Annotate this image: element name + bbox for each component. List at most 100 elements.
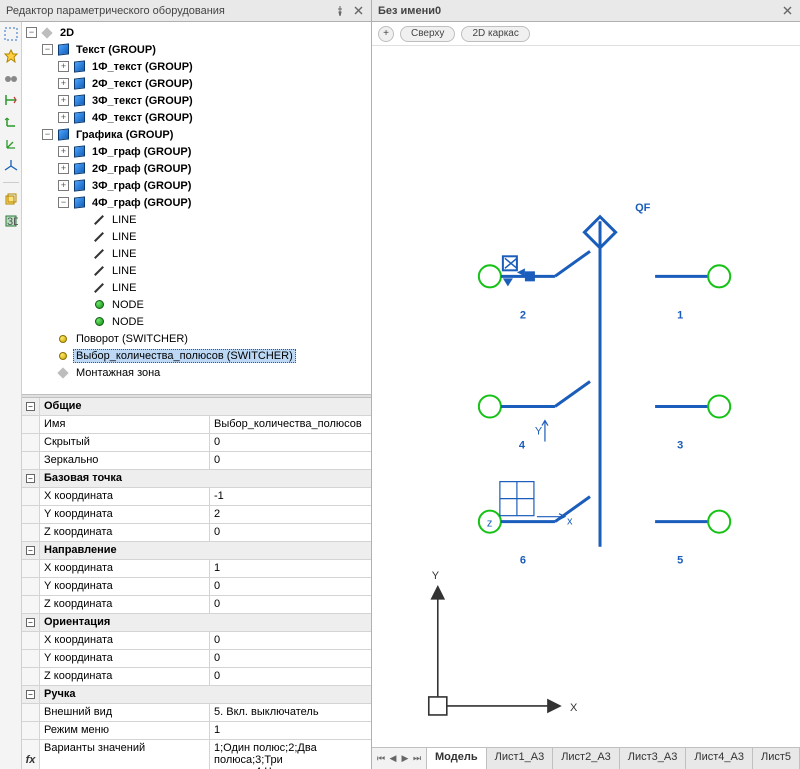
prop-value[interactable]: 0 xyxy=(210,452,371,469)
prop-value[interactable]: 0 xyxy=(210,578,371,595)
tree-node[interactable]: +2Ф_граф (GROUP) xyxy=(22,160,371,177)
tree-node-switcher-selected[interactable]: Выбор_количества_полюсов (SWITCHER) xyxy=(22,347,371,364)
toolbar-3d-icon[interactable]: 3D xyxy=(3,213,19,229)
expander-icon[interactable]: + xyxy=(58,180,69,191)
tree-node[interactable]: +1Ф_текст (GROUP) xyxy=(22,58,371,75)
prop-row[interactable]: X координата0 xyxy=(22,632,371,650)
tree-node-switcher[interactable]: Поворот (SWITCHER) xyxy=(22,330,371,347)
tree-node-node[interactable]: NODE xyxy=(22,296,371,313)
prop-section-basepoint[interactable]: –Базовая точка xyxy=(22,470,371,488)
prop-value[interactable]: Выбор_количества_полюсов xyxy=(210,416,371,433)
toolbar-favorite-icon[interactable] xyxy=(3,48,19,64)
expander-icon[interactable]: − xyxy=(26,27,37,38)
tree-node-mount-zone[interactable]: Монтажная зона xyxy=(22,364,371,381)
fx-icon[interactable]: fx xyxy=(26,754,36,766)
tree-node-node[interactable]: NODE xyxy=(22,313,371,330)
prop-row[interactable]: X координата-1 xyxy=(22,488,371,506)
tree-node-open[interactable]: −4Ф_граф (GROUP) xyxy=(22,194,371,211)
expander-icon[interactable]: + xyxy=(58,146,69,157)
expander-icon[interactable]: − xyxy=(42,44,53,55)
collapse-icon[interactable]: – xyxy=(26,690,35,699)
tree-node[interactable]: +3Ф_текст (GROUP) xyxy=(22,92,371,109)
toolbar-binoculars-icon[interactable] xyxy=(3,70,19,86)
prop-section-direction[interactable]: –Направление xyxy=(22,542,371,560)
prop-value[interactable]: 0 xyxy=(210,596,371,613)
tab-nav-first-icon[interactable]: ⏮ xyxy=(376,753,386,765)
collapse-icon[interactable]: – xyxy=(26,474,35,483)
expander-icon[interactable]: + xyxy=(58,61,69,72)
toolbar-axis1-icon[interactable] xyxy=(3,114,19,130)
prop-row[interactable]: Y координата0 xyxy=(22,650,371,668)
toolbar-align-icon[interactable] xyxy=(3,92,19,108)
expander-icon[interactable]: + xyxy=(58,112,69,123)
prop-value[interactable]: 1 xyxy=(210,722,371,739)
prop-row[interactable]: Режим меню1 xyxy=(22,722,371,740)
prop-row[interactable]: ИмяВыбор_количества_полюсов xyxy=(22,416,371,434)
prop-row[interactable]: Y координата2 xyxy=(22,506,371,524)
toolbar-xyz-icon[interactable] xyxy=(3,158,19,174)
close-icon[interactable] xyxy=(780,4,794,18)
collapse-icon[interactable]: – xyxy=(26,618,35,627)
tree-node[interactable]: +3Ф_граф (GROUP) xyxy=(22,177,371,194)
sheet-tab[interactable]: Лист3_А3 xyxy=(620,748,687,769)
prop-value[interactable]: 2 xyxy=(210,506,371,523)
tree-node-text-group[interactable]: − Текст (GROUP) xyxy=(22,41,371,58)
collapse-icon[interactable]: – xyxy=(26,402,35,411)
prop-row[interactable]: Z координата0 xyxy=(22,596,371,614)
tab-nav-prev-icon[interactable]: ◀ xyxy=(388,753,398,765)
drawing-canvas[interactable]: QF 2 xyxy=(372,46,800,747)
prop-value[interactable]: 1;Один полюс;2;Два полюса;3;Три полюса;4… xyxy=(210,740,371,769)
prop-row[interactable]: Z координата0 xyxy=(22,668,371,686)
prop-section-handle[interactable]: –Ручка xyxy=(22,686,371,704)
prop-value[interactable]: 1 xyxy=(210,560,371,577)
toolbar-select-icon[interactable] xyxy=(3,26,19,42)
prop-row[interactable]: Скрытый0 xyxy=(22,434,371,452)
prop-row[interactable]: X координата1 xyxy=(22,560,371,578)
property-grid[interactable]: –Общие ИмяВыбор_количества_полюсов Скрыт… xyxy=(22,398,371,769)
sheet-tab[interactable]: Лист4_А3 xyxy=(686,748,753,769)
expander-icon[interactable]: + xyxy=(58,78,69,89)
tab-nav-next-icon[interactable]: ▶ xyxy=(400,753,410,765)
prop-row[interactable]: Зеркально0 xyxy=(22,452,371,470)
expander-icon[interactable]: + xyxy=(58,95,69,106)
prop-section-orientation[interactable]: –Ориентация xyxy=(22,614,371,632)
crumb-wireframe[interactable]: 2D каркас xyxy=(461,26,529,42)
tab-nav-last-icon[interactable]: ⏭ xyxy=(412,753,422,765)
tree-node-line[interactable]: LINE xyxy=(22,262,371,279)
prop-section-general[interactable]: –Общие xyxy=(22,398,371,416)
prop-value[interactable]: -1 xyxy=(210,488,371,505)
tree-node[interactable]: +2Ф_текст (GROUP) xyxy=(22,75,371,92)
prop-row[interactable]: fxВарианты значений1;Один полюс;2;Два по… xyxy=(22,740,371,769)
tree-node-root[interactable]: − 2D xyxy=(22,24,371,41)
prop-value[interactable]: 0 xyxy=(210,434,371,451)
toolbar-cube-icon[interactable] xyxy=(3,191,19,207)
pin-icon[interactable] xyxy=(333,4,347,18)
prop-value[interactable]: 0 xyxy=(210,650,371,667)
tree-node-line[interactable]: LINE xyxy=(22,279,371,296)
tree-view[interactable]: − 2D − Текст (GROUP) +1Ф_текст (GROUP) +… xyxy=(22,22,371,394)
expander-icon[interactable]: − xyxy=(42,129,53,140)
tree-node-line[interactable]: LINE xyxy=(22,211,371,228)
tree-node-line[interactable]: LINE xyxy=(22,228,371,245)
close-icon[interactable] xyxy=(351,4,365,18)
sheet-tab[interactable]: Лист2_А3 xyxy=(553,748,620,769)
collapse-icon[interactable]: – xyxy=(26,546,35,555)
expander-icon[interactable]: − xyxy=(58,197,69,208)
prop-row[interactable]: Внешний вид5. Вкл. выключатель xyxy=(22,704,371,722)
prop-value[interactable]: 0 xyxy=(210,524,371,541)
tree-node[interactable]: +4Ф_текст (GROUP) xyxy=(22,109,371,126)
crumb-top-view[interactable]: Сверху xyxy=(400,26,455,42)
expander-icon[interactable]: + xyxy=(58,163,69,174)
crumb-plus[interactable]: + xyxy=(378,26,394,42)
toolbar-axis2-icon[interactable] xyxy=(3,136,19,152)
sheet-tab-model[interactable]: Модель xyxy=(427,748,487,769)
tree-node-graph-group[interactable]: − Графика (GROUP) xyxy=(22,126,371,143)
prop-row[interactable]: Y координата0 xyxy=(22,578,371,596)
sheet-tab[interactable]: Лист1_А3 xyxy=(487,748,554,769)
prop-value[interactable]: 0 xyxy=(210,668,371,685)
prop-value[interactable]: 5. Вкл. выключатель xyxy=(210,704,371,721)
sheet-tab[interactable]: Лист5 xyxy=(753,748,800,769)
tree-node[interactable]: +1Ф_граф (GROUP) xyxy=(22,143,371,160)
prop-row[interactable]: Z координата0 xyxy=(22,524,371,542)
tree-node-line[interactable]: LINE xyxy=(22,245,371,262)
